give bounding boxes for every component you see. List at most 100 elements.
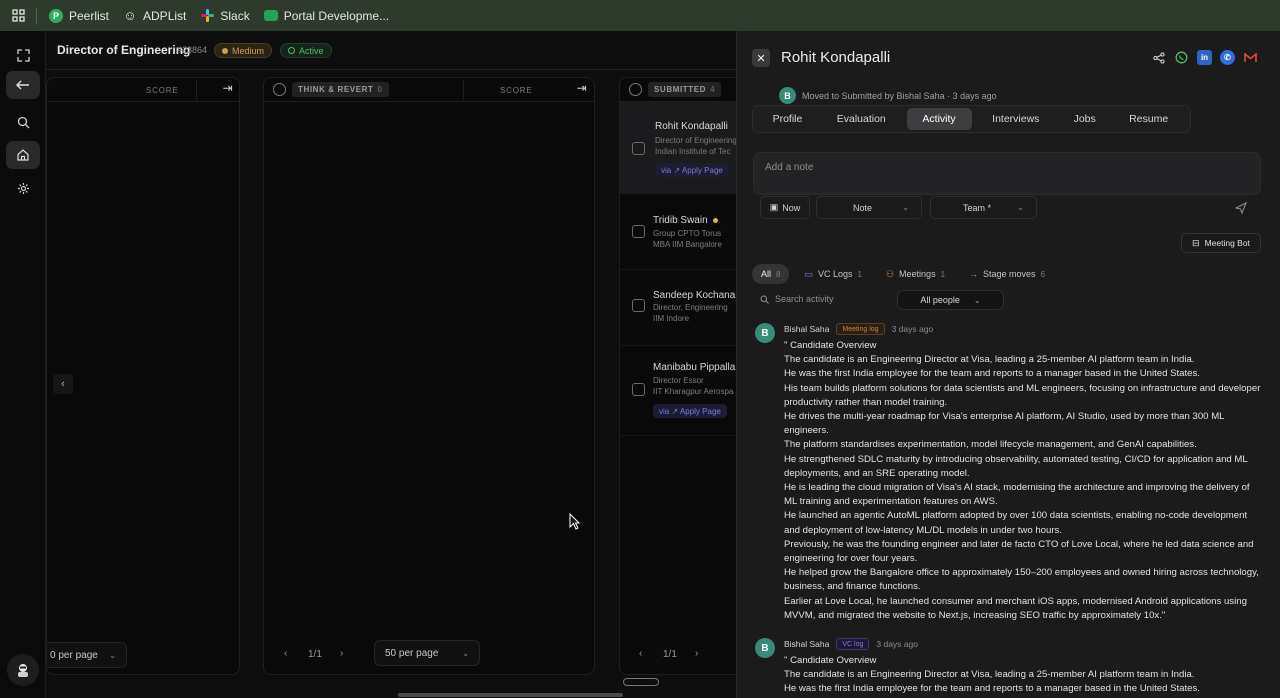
user-avatar[interactable] <box>7 654 39 686</box>
prev-page-icon[interactable]: ‹ <box>639 648 642 659</box>
select-all-circle[interactable] <box>273 83 286 96</box>
filter-count: 1 <box>857 269 862 279</box>
candidate-title: Director Essor <box>653 376 704 385</box>
gear-icon[interactable] <box>6 174 40 202</box>
home-icon[interactable] <box>6 141 40 169</box>
score-label: SCORE <box>500 86 533 95</box>
pagination: ‹ 1/1 › 50 per page ⌄ <box>264 640 594 668</box>
source-badge[interactable]: via ↗ Apply Page <box>653 404 727 418</box>
entry-line: He drives the multi-year roadmap for Vis… <box>784 411 1225 437</box>
apps-grid-icon[interactable] <box>0 9 36 22</box>
filter-label: VC Logs <box>817 269 853 279</box>
meeting-bot-button[interactable]: ⊟ Meeting Bot <box>1181 233 1261 253</box>
filter-all[interactable]: All 8 <box>752 264 790 284</box>
status-badge[interactable]: Active <box>280 43 332 58</box>
now-label: Now <box>782 202 801 213</box>
expand-icon[interactable] <box>6 41 40 69</box>
avatar: B <box>755 323 775 343</box>
arrow-right-icon: → <box>969 269 979 279</box>
tab-jobs[interactable]: Jobs <box>1060 108 1109 130</box>
scroll-left-chevron-icon[interactable]: ‹ <box>53 374 73 394</box>
divider <box>463 80 464 100</box>
close-icon[interactable]: ✕ <box>752 49 770 67</box>
search-icon[interactable] <box>6 108 40 136</box>
page-indicator: 1/1 <box>308 649 322 660</box>
linkedin-icon[interactable]: in <box>1197 50 1212 65</box>
candidate-checkbox[interactable] <box>632 142 645 155</box>
collapse-arrow-icon[interactable]: ⇥ <box>572 78 592 98</box>
entry-line: Earlier at Love Local, he launched consu… <box>784 595 1247 621</box>
filter-label: Stage moves <box>983 269 1036 279</box>
note-type-select[interactable]: Note ⌄ <box>816 196 922 219</box>
entry-line: He was the first India employee for the … <box>784 368 1200 380</box>
column-header: SCORE ⇥ <box>47 78 239 102</box>
entry-author: Bishal Saha <box>784 324 830 334</box>
entry-line: " Candidate Overview <box>784 655 877 666</box>
tab-activity[interactable]: Activity <box>906 108 972 130</box>
candidate-checkbox[interactable] <box>632 299 645 312</box>
check-circle-icon <box>288 47 295 54</box>
gmail-icon[interactable] <box>1243 50 1258 65</box>
bookmarks-separator <box>36 7 37 24</box>
next-page-icon[interactable]: › <box>695 648 698 659</box>
header-divider <box>46 69 736 70</box>
next-page-icon[interactable]: › <box>340 648 343 659</box>
priority-dot-icon <box>222 47 228 54</box>
candidate-title: Director, Engineering <box>653 303 728 312</box>
collapse-arrow-icon[interactable]: ⇥ <box>218 78 238 98</box>
people-filter-label: All people <box>920 295 960 305</box>
bookmark-label: ADPList <box>143 8 187 23</box>
per-page-label: 0 per page <box>50 649 98 661</box>
priority-badge[interactable]: Medium <box>214 43 273 58</box>
visibility-select[interactable]: Team * ⌄ <box>930 196 1037 219</box>
bookmark-portal[interactable]: Portal Developme... <box>263 9 389 23</box>
candidate-checkbox[interactable] <box>632 225 645 238</box>
send-icon[interactable] <box>1228 196 1254 219</box>
note-input[interactable]: Add a note <box>753 152 1261 195</box>
candidate-education: IIT Kharagpur Aerospa <box>653 387 734 396</box>
bookmark-slack[interactable]: Slack <box>200 9 250 23</box>
candidate-name: Manibabu Pippalla <box>653 362 736 373</box>
slack-icon <box>200 9 214 23</box>
per-page-select[interactable]: 50 per page ⌄ <box>374 640 480 666</box>
candidate-title: Director of Engineering <box>655 136 737 145</box>
bookmark-peerlist[interactable]: P Peerlist <box>49 8 109 23</box>
entry-line: His team builds platform solutions for d… <box>784 382 1261 408</box>
activity-search[interactable]: Search activity <box>760 294 834 304</box>
activity-entry: B Bishal Saha Meeting log 3 days ago " C… <box>755 323 1266 633</box>
job-title: Director of Engineering <box>57 43 191 57</box>
left-rail <box>0 31 46 698</box>
search-placeholder: Search activity <box>775 294 834 304</box>
filter-vc-logs[interactable]: ▭ VC Logs 1 <box>795 264 871 284</box>
horizontal-scrollbar[interactable] <box>398 693 623 697</box>
tab-profile[interactable]: Profile <box>755 108 820 130</box>
candidate-education: IIM Indore <box>653 314 690 323</box>
filter-meetings[interactable]: ⚇ Meetings 1 <box>877 264 954 284</box>
people-filter-select[interactable]: All people ⌄ <box>897 290 1004 310</box>
entry-line: He strengthened SDLC maturity by introdu… <box>784 453 1248 479</box>
back-arrow-icon[interactable] <box>6 71 40 99</box>
candidate-education: Indian Institute of Tec <box>655 147 731 156</box>
candidate-checkbox[interactable] <box>632 383 645 396</box>
entry-line: Previously, he was the founding engineer… <box>784 538 1254 565</box>
source-badge[interactable]: via ↗ Apply Page <box>655 163 729 177</box>
scroll-thumb-outline[interactable] <box>623 678 659 686</box>
prev-page-icon[interactable]: ‹ <box>284 648 287 659</box>
bookmark-adplist[interactable]: ☺ ADPList <box>123 8 187 23</box>
select-all-circle[interactable] <box>629 83 642 96</box>
tab-interviews[interactable]: Interviews <box>972 108 1061 130</box>
tab-resume[interactable]: Resume <box>1109 108 1188 130</box>
phone-icon[interactable]: ✆ <box>1220 50 1235 65</box>
peerlist-icon: P <box>49 8 63 23</box>
filter-stage-moves[interactable]: → Stage moves 6 <box>960 264 1054 284</box>
per-page-select[interactable]: 0 per page ⌄ <box>47 642 127 668</box>
whatsapp-icon[interactable] <box>1174 50 1189 65</box>
tab-evaluation[interactable]: Evaluation <box>820 108 903 130</box>
mouse-cursor-icon <box>569 512 581 535</box>
now-button[interactable]: ▣ Now <box>760 196 810 219</box>
stage-column-think-revert: THINK & REVERT 0 SCORE ⇥ ‹ 1/1 › 50 per p… <box>263 77 595 675</box>
share-icon[interactable] <box>1151 50 1166 65</box>
entry-line: He launched an agentic AutoML platform a… <box>784 510 1248 536</box>
entry-body: " Candidate Overview The candidate is an… <box>784 339 1264 623</box>
contact-actions: in ✆ <box>1151 50 1258 65</box>
